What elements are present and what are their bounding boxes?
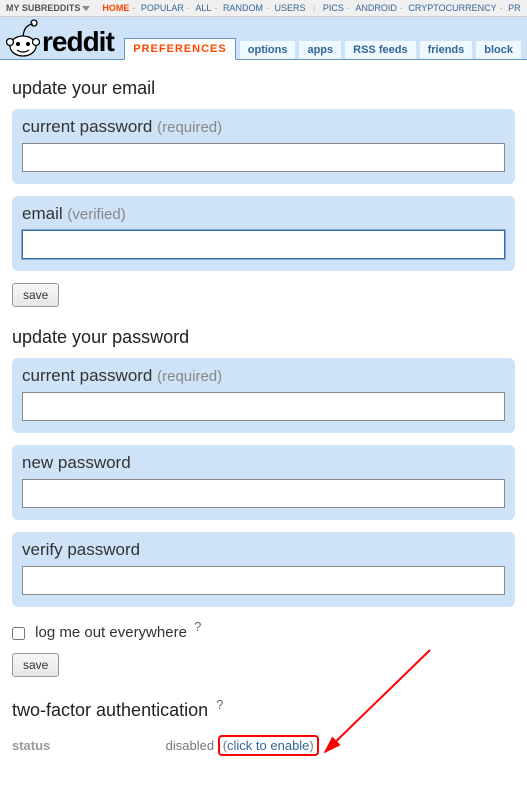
tab-rss[interactable]: RSS feeds (345, 41, 415, 59)
tab-friends[interactable]: friends (420, 41, 473, 59)
sub-more[interactable]: PR (508, 3, 521, 13)
new-password-input[interactable] (22, 479, 505, 508)
update-email-heading: update your email (12, 78, 515, 99)
status-label: status (12, 738, 162, 753)
sub-android[interactable]: ANDROID (355, 3, 397, 13)
nav-all[interactable]: ALL (195, 3, 211, 13)
nav-random[interactable]: RANDOM (223, 3, 263, 13)
subreddit-bar: MY SUBREDDITS HOME- POPULAR- ALL- RANDOM… (0, 0, 527, 17)
pw-current-password-input[interactable] (22, 392, 505, 421)
verify-password-field: verify password (12, 532, 515, 607)
field-hint: (required) (157, 119, 222, 136)
logout-everywhere-checkbox[interactable] (12, 627, 25, 640)
email-input[interactable] (22, 230, 505, 259)
field-label: current password (22, 117, 152, 136)
field-hint: (verified) (67, 206, 125, 223)
brand-text: reddit (42, 28, 114, 56)
my-subs-label[interactable]: MY SUBREDDITS (6, 3, 80, 13)
help-icon[interactable]: ? (194, 619, 201, 634)
page-header: reddit PREFERENCES options apps RSS feed… (0, 17, 527, 60)
tfa-title: two-factor authentication (12, 700, 208, 720)
email-field: email (verified) (12, 196, 515, 271)
help-icon[interactable]: ? (216, 697, 223, 712)
tab-bar: PREFERENCES options apps RSS feeds frien… (124, 37, 521, 59)
tab-preferences[interactable]: PREFERENCES (124, 38, 236, 60)
save-email-button[interactable]: save (12, 283, 59, 307)
main-content: update your email current password (requ… (0, 60, 527, 768)
email-current-password-input[interactable] (22, 143, 505, 172)
logout-everywhere-label: log me out everywhere (35, 624, 187, 641)
annotation-highlight: (click to enable) (218, 735, 319, 756)
tfa-status-row: status disabled (click to enable) (12, 735, 515, 756)
tab-blocked[interactable]: block (476, 41, 521, 59)
field-hint: (required) (157, 368, 222, 385)
nav-popular[interactable]: POPULAR (141, 3, 184, 13)
sub-crypto[interactable]: CRYPTOCURRENCY (408, 3, 496, 13)
nav-users[interactable]: USERS (274, 3, 305, 13)
verify-password-input[interactable] (22, 566, 505, 595)
sub-pics[interactable]: PICS (323, 3, 344, 13)
email-current-password-field: current password (required) (12, 109, 515, 184)
reddit-logo[interactable]: reddit (6, 19, 114, 59)
save-password-button[interactable]: save (12, 653, 59, 677)
field-label: new password (22, 453, 131, 472)
tab-options[interactable]: options (240, 41, 296, 59)
pw-current-password-field: current password (required) (12, 358, 515, 433)
logout-everywhere-row: log me out everywhere ? (12, 619, 515, 641)
snoo-icon (6, 19, 40, 59)
update-password-heading: update your password (12, 327, 515, 348)
field-label: current password (22, 366, 152, 385)
tab-apps[interactable]: apps (299, 41, 341, 59)
field-label: verify password (22, 540, 140, 559)
tfa-heading: two-factor authentication ? (12, 697, 515, 721)
enable-tfa-link[interactable]: click to enable (227, 738, 309, 753)
nav-home[interactable]: HOME (102, 3, 129, 13)
field-label: email (22, 204, 63, 223)
status-value: disabled (166, 738, 214, 753)
chevron-down-icon[interactable] (82, 6, 90, 11)
new-password-field: new password (12, 445, 515, 520)
